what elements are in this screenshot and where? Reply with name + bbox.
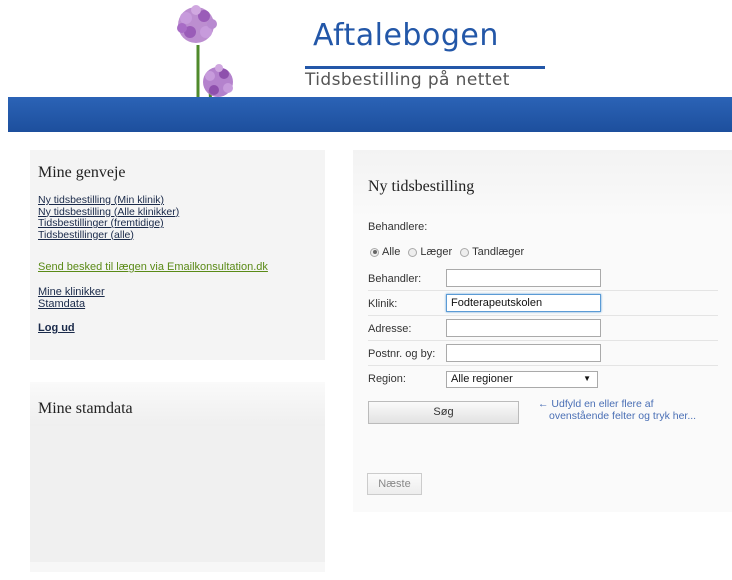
new-booking-panel: Ny tidsbestilling Behandlere: Alle Læger…	[353, 150, 732, 512]
klinik-label: Klinik:	[368, 298, 398, 310]
booking-title: Ny tidsbestilling	[368, 178, 475, 195]
radio-tandlaeger[interactable]	[460, 247, 470, 257]
hint-line-1: ← Udfyld en eller flere af	[538, 398, 654, 410]
postnr-label: Postnr. og by:	[368, 348, 436, 360]
klinik-input[interactable]: Fodterapeutskolen	[446, 294, 601, 312]
shortcuts-panel: Mine genveje Ny tidsbestilling (Min klin…	[30, 150, 325, 360]
row-divider	[368, 340, 718, 341]
radio-alle[interactable]	[370, 247, 379, 257]
logo-title: Aftalebogen	[313, 18, 499, 53]
shortcuts-title: Mine genveje	[38, 164, 126, 181]
behandlere-radio-group: Alle Læger Tandlæger	[370, 246, 524, 258]
stamdata-panel: Mine stamdata	[30, 382, 325, 562]
link-stamdata[interactable]: Stamdata	[38, 298, 105, 310]
region-label: Region:	[368, 373, 406, 385]
region-select[interactable]: Alle regioner ▼	[446, 371, 598, 388]
row-divider	[368, 315, 718, 316]
link-my-clinics[interactable]: Mine klinikker	[38, 286, 105, 298]
radio-laeger-label: Læger	[420, 246, 453, 258]
search-button[interactable]: Søg	[368, 401, 519, 424]
dropdown-arrow-icon: ▼	[583, 374, 591, 383]
row-divider	[368, 365, 718, 366]
logo-subtitle: Tidsbestilling på nettet	[305, 70, 510, 90]
header-blue-band	[8, 97, 732, 132]
region-selected-value: Alle regioner	[451, 373, 513, 385]
link-bookings-all[interactable]: Tidsbestillinger (alle)	[38, 229, 179, 242]
adresse-label: Adresse:	[368, 323, 412, 335]
radio-laeger[interactable]	[408, 247, 418, 257]
behandler-label: Behandler:	[368, 273, 422, 285]
stamdata-footer-strip	[30, 562, 325, 572]
postnr-by-input[interactable]	[446, 344, 601, 362]
next-button[interactable]: Næste	[367, 473, 422, 495]
page-header: Aftalebogen Tidsbestilling på nettet	[0, 0, 732, 132]
search-hint: ← Udfyld en eller flere af ovenstående f…	[538, 398, 696, 422]
radio-alle-label: Alle	[382, 246, 401, 258]
adresse-input[interactable]	[446, 319, 601, 337]
stamdata-title: Mine stamdata	[38, 400, 133, 417]
behandler-input[interactable]	[446, 269, 601, 287]
radio-tandlaeger-label: Tandlæger	[472, 246, 525, 258]
row-divider	[368, 290, 718, 291]
link-new-booking-my-clinic[interactable]: Ny tidsbestilling (Min klinik)	[38, 194, 179, 207]
link-email-consultation[interactable]: Send besked til lægen via Emailkonsultat…	[38, 261, 268, 273]
hint-line-2: ovenstående felter og tryk her...	[549, 410, 697, 422]
link-bookings-future[interactable]: Tidsbestillinger (fremtidige)	[38, 217, 179, 230]
shortcut-links: Ny tidsbestilling (Min klinik) Ny tidsbe…	[38, 194, 179, 242]
logo-underline	[305, 66, 545, 69]
account-links: Mine klinikker Stamdata	[38, 286, 105, 310]
logout-link[interactable]: Log ud	[38, 322, 75, 334]
behandlere-label: Behandlere:	[368, 221, 428, 233]
